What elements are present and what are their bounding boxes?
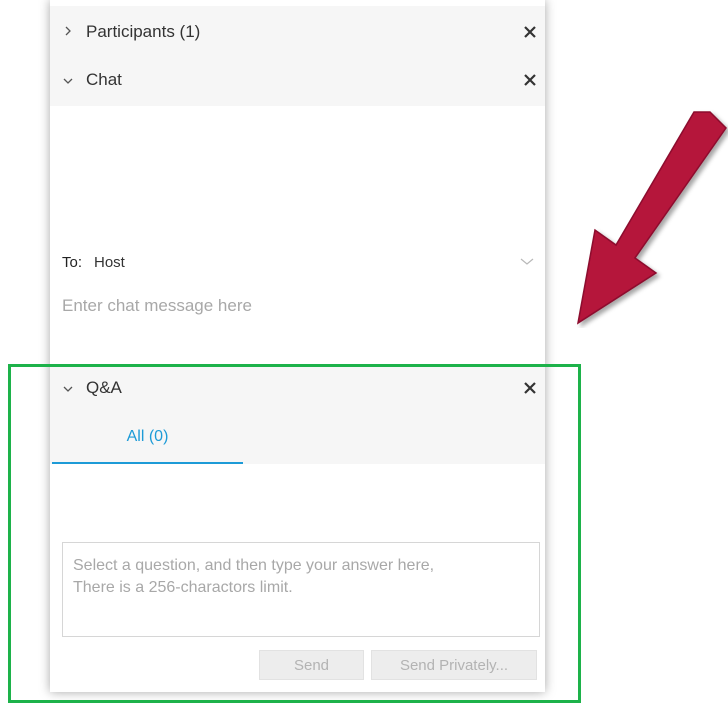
participants-title: Participants (1) (86, 22, 201, 41)
close-icon[interactable] (523, 73, 537, 87)
chevron-down-icon[interactable] (519, 254, 535, 272)
qa-header[interactable]: Q&A (50, 364, 545, 412)
arrow-icon (576, 111, 727, 325)
chat-header[interactable]: Chat (50, 54, 545, 106)
chevron-down-icon (62, 381, 74, 396)
chat-messages-area (50, 106, 545, 244)
recipient-selector[interactable]: To: Host (50, 246, 545, 278)
chevron-right-icon (62, 25, 74, 40)
qa-tab-bar: All (0) (50, 412, 545, 464)
chat-message-input[interactable] (60, 285, 534, 327)
close-icon[interactable] (523, 381, 537, 395)
send-privately-button[interactable]: Send Privately... (371, 650, 537, 680)
recipient-value: Host (94, 254, 125, 271)
participants-header[interactable]: Participants (1) (50, 6, 545, 58)
answer-input[interactable] (62, 542, 540, 637)
side-panel: Participants (1) Chat To: Host Q&A (50, 0, 545, 692)
qa-questions-area (50, 464, 545, 540)
to-label: To: (62, 254, 83, 271)
send-button[interactable]: Send (259, 650, 364, 680)
tab-all[interactable]: All (0) (52, 412, 243, 464)
chevron-down-icon (62, 73, 74, 88)
close-icon[interactable] (523, 25, 537, 39)
chat-title: Chat (86, 70, 122, 89)
qa-title: Q&A (86, 378, 122, 397)
